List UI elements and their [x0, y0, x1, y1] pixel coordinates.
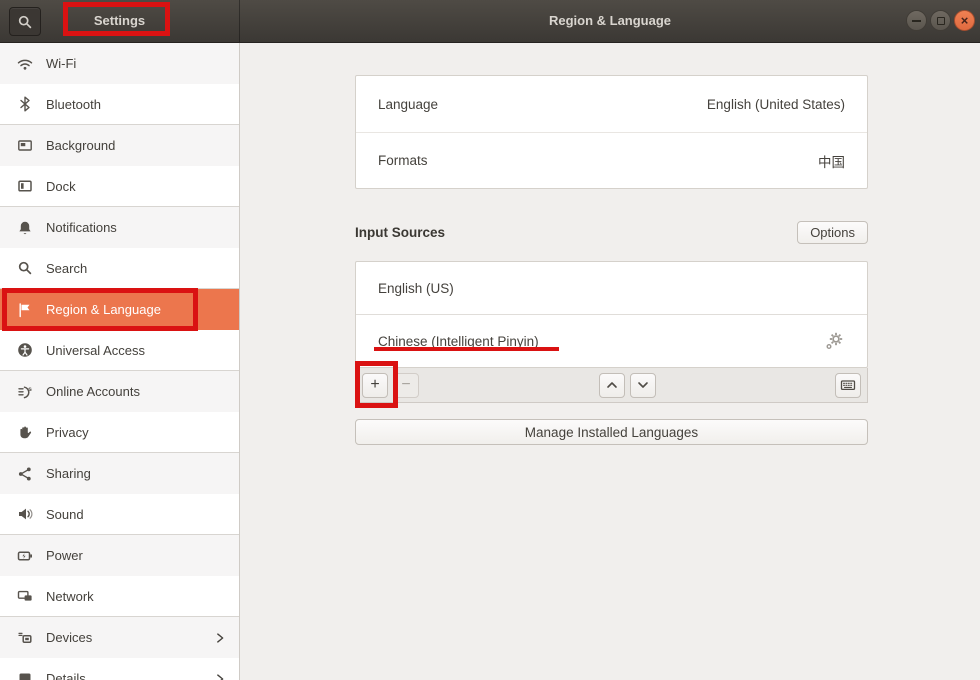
battery-icon: [17, 548, 33, 564]
titlebar-sidebar-section: Settings: [0, 0, 240, 42]
move-down-button[interactable]: [630, 373, 656, 398]
chevron-up-icon: [604, 377, 620, 393]
language-formats-card: Language English (United States) Formats…: [355, 75, 868, 189]
speaker-icon: [17, 506, 33, 522]
hand-icon: [17, 424, 33, 440]
language-label: Language: [378, 97, 438, 112]
options-button[interactable]: Options: [797, 221, 868, 244]
close-button[interactable]: ×: [954, 10, 975, 31]
sidebar-item-dock[interactable]: Dock: [0, 166, 239, 207]
wifi-icon: [17, 56, 33, 72]
input-sources-header: Input Sources Options: [355, 219, 868, 245]
sidebar-item-power[interactable]: Power: [0, 535, 239, 576]
sidebar-item-label: Bluetooth: [46, 97, 101, 112]
input-sources-title: Input Sources: [355, 225, 445, 240]
details-icon: [17, 671, 33, 680]
formats-row[interactable]: Formats 中国: [356, 132, 867, 188]
sidebar-item-sound[interactable]: Sound: [0, 494, 239, 535]
language-value: English (United States): [707, 97, 845, 112]
sidebar-item-label: Network: [46, 589, 94, 604]
sidebar-item-online-accounts[interactable]: s Online Accounts: [0, 371, 239, 412]
input-source-row-english-us[interactable]: English (US): [356, 262, 867, 314]
chevron-right-icon: [213, 672, 227, 680]
language-row[interactable]: Language English (United States): [356, 76, 867, 132]
sidebar-item-label: Universal Access: [46, 343, 145, 358]
minimize-icon: [912, 20, 921, 22]
sidebar-item-bluetooth[interactable]: Bluetooth: [0, 84, 239, 125]
sidebar-item-details[interactable]: Details: [0, 658, 239, 680]
input-sources-toolbar: + −: [355, 368, 868, 403]
region-language-panel: Language English (United States) Formats…: [240, 43, 980, 680]
maximize-button[interactable]: [930, 10, 951, 31]
sidebar-item-label: Notifications: [46, 220, 117, 235]
panel-title: Region & Language: [240, 0, 980, 40]
sidebar-item-background[interactable]: Background: [0, 125, 239, 166]
input-source-label: Chinese (Intelligent Pinyin): [378, 334, 539, 349]
universal-access-icon: [17, 342, 33, 358]
minimize-button[interactable]: [906, 10, 927, 31]
sidebar-item-region-language[interactable]: Region & Language: [0, 289, 239, 330]
bluetooth-icon: [17, 96, 33, 112]
manage-installed-languages-button[interactable]: Manage Installed Languages: [355, 419, 868, 445]
sidebar-item-devices[interactable]: Devices: [0, 617, 239, 658]
sidebar-item-notifications[interactable]: Notifications: [0, 207, 239, 248]
bell-icon: [17, 220, 33, 236]
flag-icon: [17, 302, 33, 318]
sidebar-item-label: Sharing: [46, 466, 91, 481]
sidebar-item-universal-access[interactable]: Universal Access: [0, 330, 239, 371]
titlebar-content-section: Region & Language ×: [240, 0, 980, 42]
app-title: Settings: [0, 0, 239, 40]
keyboard-icon: [840, 377, 856, 393]
remove-input-source-button[interactable]: −: [393, 373, 419, 398]
close-icon: ×: [961, 14, 969, 27]
chevron-right-icon: [213, 631, 227, 645]
sidebar-item-wifi[interactable]: Wi-Fi: [0, 43, 239, 84]
move-up-button[interactable]: [599, 373, 625, 398]
input-source-label: English (US): [378, 281, 454, 296]
sidebar-item-label: Devices: [46, 630, 92, 645]
sidebar-item-label: Search: [46, 261, 87, 276]
dock-icon: [17, 178, 33, 194]
sidebar-item-privacy[interactable]: Privacy: [0, 412, 239, 453]
settings-window: Settings Region & Language × Wi-Fi Bluet…: [0, 0, 980, 680]
devices-icon: [17, 630, 33, 646]
svg-text:s: s: [28, 386, 32, 393]
maximize-icon: [937, 17, 945, 25]
sidebar-item-label: Region & Language: [46, 302, 161, 317]
settings-sidebar: Wi-Fi Bluetooth Background Dock Notifica…: [0, 43, 240, 680]
input-source-row-chinese-pinyin[interactable]: Chinese (Intelligent Pinyin): [356, 314, 867, 367]
sidebar-item-sharing[interactable]: Sharing: [0, 453, 239, 494]
formats-label: Formats: [378, 153, 428, 168]
add-input-source-button[interactable]: +: [362, 373, 388, 398]
sidebar-item-label: Privacy: [46, 425, 89, 440]
search-icon: [17, 260, 33, 276]
formats-value: 中国: [818, 151, 845, 171]
sidebar-item-network[interactable]: Network: [0, 576, 239, 617]
background-icon: [17, 138, 33, 154]
sidebar-item-label: Dock: [46, 179, 76, 194]
sidebar-item-label: Wi-Fi: [46, 56, 76, 71]
chevron-down-icon: [635, 377, 651, 393]
sidebar-item-label: Online Accounts: [46, 384, 140, 399]
network-icon: [17, 588, 33, 604]
input-source-settings-gear-icon[interactable]: [825, 331, 845, 351]
sidebar-item-label: Background: [46, 138, 115, 153]
window-controls: ×: [906, 10, 975, 31]
sidebar-item-label: Details: [46, 671, 86, 680]
sidebar-item-search[interactable]: Search: [0, 248, 239, 289]
titlebar: Settings Region & Language ×: [0, 0, 980, 43]
online-accounts-icon: s: [17, 384, 33, 400]
keyboard-preview-button[interactable]: [835, 373, 861, 398]
sidebar-item-label: Sound: [46, 507, 84, 522]
sidebar-item-label: Power: [46, 548, 83, 563]
input-sources-list: English (US) Chinese (Intelligent Pinyin…: [355, 261, 868, 368]
share-icon: [17, 466, 33, 482]
